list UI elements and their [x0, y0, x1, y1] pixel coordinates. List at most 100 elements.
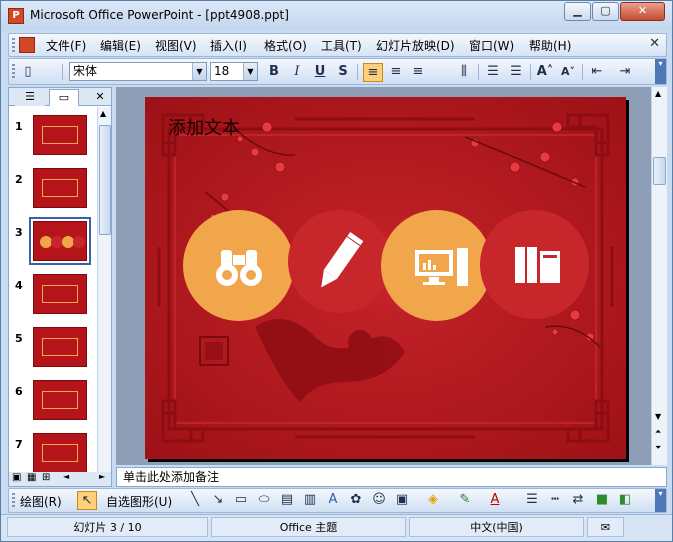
font-size-combo[interactable]: 18 ▼: [210, 62, 258, 81]
slide-scrollbar[interactable]: ▲ ▼ ⏶ ⏷: [651, 87, 667, 465]
slide-thumbnail[interactable]: 7: [9, 433, 97, 473]
slide-thumbnail[interactable]: 3: [9, 217, 97, 271]
document-close-icon[interactable]: ✕: [649, 36, 660, 51]
slide-thumbnail[interactable]: 4: [9, 274, 97, 324]
wordart-icon[interactable]: A: [323, 491, 343, 510]
tab-slides[interactable]: ▭: [49, 89, 79, 106]
decrease-indent-icon[interactable]: ⇤: [587, 63, 607, 82]
menu-window[interactable]: 窗口(W): [469, 37, 514, 54]
diagram-icon[interactable]: ✿: [346, 491, 366, 510]
slide-preview: [33, 115, 87, 155]
slide-number: 4: [15, 279, 23, 292]
clipart-icon[interactable]: ☺: [369, 491, 389, 510]
arrow-style-icon[interactable]: ⇄: [568, 491, 588, 510]
3d-style-icon[interactable]: ◧: [615, 491, 635, 510]
fill-color-icon[interactable]: ◈: [423, 491, 443, 510]
menu-slideshow[interactable]: 幻灯片放映(D): [376, 37, 455, 54]
normal-view-icon[interactable]: ▣: [12, 472, 21, 483]
font-name-value: 宋体: [73, 64, 98, 78]
scroll-thumb[interactable]: [653, 157, 666, 185]
spelling-icon[interactable]: ✉: [587, 517, 624, 537]
menu-tools[interactable]: 工具(T): [321, 37, 362, 54]
chevron-down-icon[interactable]: ▼: [243, 63, 257, 80]
slide-thumbnail[interactable]: 5: [9, 327, 97, 377]
document-icon[interactable]: [19, 37, 35, 53]
menu-format[interactable]: 格式(O): [264, 37, 307, 54]
toolbar-options-icon[interactable]: ▾: [655, 59, 666, 84]
distribute-icon[interactable]: ⫼: [454, 63, 474, 82]
rectangle-tool-icon[interactable]: ▭: [231, 491, 251, 510]
slideshow-view-icon[interactable]: ⊞: [42, 472, 50, 483]
shadow-button[interactable]: S: [333, 63, 353, 82]
panel-close-icon[interactable]: ✕: [93, 89, 107, 106]
menu-edit[interactable]: 编辑(E): [100, 37, 141, 54]
close-button[interactable]: ✕: [620, 2, 665, 21]
select-pointer-icon[interactable]: ↖: [77, 491, 97, 510]
picture-icon[interactable]: ▣: [392, 491, 412, 510]
draw-menu-button[interactable]: 绘图(R): [20, 493, 62, 510]
increase-indent-icon[interactable]: ⇥: [615, 63, 635, 82]
toolbar-grip[interactable]: [12, 493, 15, 509]
bullets-icon[interactable]: ☰: [506, 63, 526, 82]
dash-style-icon[interactable]: ┅: [545, 491, 565, 510]
feature-circle-4[interactable]: [480, 210, 589, 319]
font-color-icon[interactable]: A: [485, 491, 505, 510]
underline-button[interactable]: U: [310, 63, 330, 82]
menu-file[interactable]: 文件(F): [46, 37, 86, 54]
menu-insert[interactable]: 插入(I): [210, 37, 247, 54]
line-tool-icon[interactable]: ╲: [185, 491, 205, 510]
scroll-up-icon[interactable]: ▲: [655, 89, 661, 98]
menu-help[interactable]: 帮助(H): [529, 37, 571, 54]
toolbar-grip[interactable]: [12, 64, 15, 80]
theme-status: Office 主题: [211, 517, 406, 537]
oval-tool-icon[interactable]: ⬭: [254, 491, 274, 510]
thumbnail-scrollbar[interactable]: ▲: [97, 107, 111, 473]
decrease-font-icon[interactable]: A˅: [558, 63, 578, 82]
textbox-tool-icon[interactable]: ▤: [277, 491, 297, 510]
numbering-icon[interactable]: ☰: [483, 63, 503, 82]
toolbar-options-icon[interactable]: ▾: [655, 489, 666, 512]
slides-panel: ☰ ▭ ✕ 1 2 3 4 5 6 7 ▲ ▣ ▦ ⊞ ◄ ►: [8, 87, 112, 487]
italic-button[interactable]: I: [287, 63, 307, 82]
minimize-button[interactable]: ▁: [564, 2, 591, 21]
powerpoint-icon: P: [8, 8, 24, 24]
line-color-icon[interactable]: ✎: [455, 491, 475, 510]
slide-thumbnail[interactable]: 1: [9, 115, 97, 165]
new-document-icon[interactable]: ▯: [18, 63, 38, 82]
autoshapes-menu-button[interactable]: 自选图形(U): [106, 493, 172, 510]
scroll-down-icon[interactable]: ▼: [655, 412, 661, 421]
align-right-icon[interactable]: ≡: [408, 63, 428, 82]
feature-circle-2[interactable]: [288, 210, 391, 313]
notes-pane[interactable]: 单击此处添加备注: [116, 467, 667, 487]
increase-font-icon[interactable]: A˄: [535, 63, 555, 82]
scroll-up-icon[interactable]: ▲: [100, 109, 106, 118]
chevron-down-icon[interactable]: ▼: [192, 63, 206, 80]
tab-outline[interactable]: ☰: [15, 89, 45, 106]
slide-thumbnail[interactable]: 2: [9, 168, 97, 218]
vertical-textbox-icon[interactable]: ▥: [300, 491, 320, 510]
toolbar-grip[interactable]: [12, 38, 15, 53]
next-slide-icon[interactable]: ⏷: [655, 443, 661, 453]
scroll-right-icon[interactable]: ►: [99, 472, 105, 481]
scroll-left-icon[interactable]: ◄: [63, 472, 69, 481]
feature-circle-3[interactable]: [381, 210, 492, 321]
sorter-view-icon[interactable]: ▦: [27, 472, 36, 483]
arrow-tool-icon[interactable]: ↘: [208, 491, 228, 510]
slide-text-placeholder[interactable]: 添加文本: [168, 114, 240, 140]
align-center-icon[interactable]: ≡: [386, 63, 406, 82]
font-name-combo[interactable]: 宋体 ▼: [69, 62, 207, 81]
shadow-style-icon[interactable]: ■: [592, 491, 612, 510]
align-left-icon[interactable]: ≡: [363, 63, 383, 82]
feature-circle-1[interactable]: [183, 210, 294, 321]
font-size-value: 18: [214, 64, 230, 78]
application-window: P Microsoft Office PowerPoint - [ppt4908…: [0, 0, 673, 542]
line-style-icon[interactable]: ☰: [522, 491, 542, 510]
bold-button[interactable]: B: [264, 63, 284, 82]
maximize-button[interactable]: ▢: [592, 2, 619, 21]
menu-view[interactable]: 视图(V): [155, 37, 197, 54]
scroll-thumb[interactable]: [99, 125, 111, 235]
current-slide[interactable]: 添加文本: [145, 97, 626, 459]
slide-editing-pane: 添加文本: [116, 87, 651, 465]
previous-slide-icon[interactable]: ⏶: [655, 427, 661, 437]
slide-thumbnail[interactable]: 6: [9, 380, 97, 430]
